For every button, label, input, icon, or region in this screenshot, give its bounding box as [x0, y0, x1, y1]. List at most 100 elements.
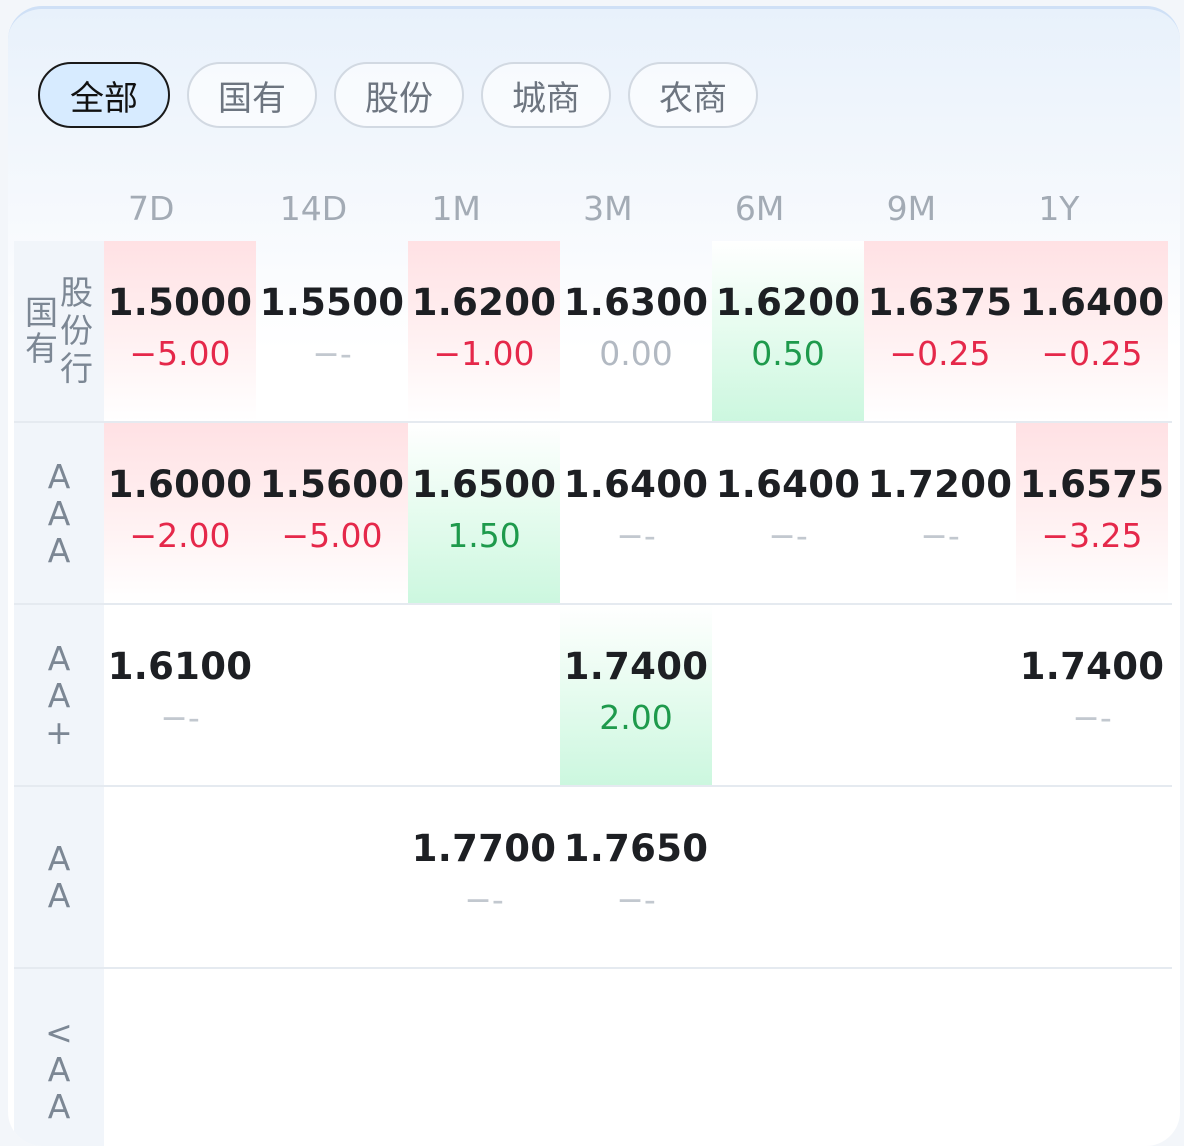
rating-row: A A A 1.6000 −2.00 1.5600 −5.00 1.6500 1.50 1.640…	[14, 423, 1172, 605]
row-label-char: 行	[60, 349, 93, 388]
row-label-char: 份	[60, 311, 93, 350]
rate-cell[interactable]: 1.5500 −-	[256, 241, 408, 421]
rate-cell[interactable]: 1.6400 −-	[712, 423, 864, 603]
rate-cell	[256, 787, 408, 967]
rating-row: A A 1.7700 −- 1.7650 −-	[14, 787, 1172, 969]
rate-value: 1.7400	[1019, 645, 1165, 688]
rate-cell	[1016, 969, 1168, 1146]
rate-change: −-	[312, 334, 352, 373]
rate-change: −1.00	[433, 334, 535, 373]
rate-value: 1.7700	[411, 827, 557, 870]
row-label-char: 股	[60, 273, 93, 312]
rate-value: 1.5500	[259, 281, 405, 324]
rate-change: −-	[1072, 698, 1112, 737]
rate-change: −-	[616, 516, 656, 555]
row-label-char: A	[47, 1049, 71, 1089]
filter-chip-city-commercial[interactable]: 城商	[481, 62, 611, 128]
row-label-char: 有	[25, 329, 58, 368]
rate-cell[interactable]: 1.6400 −0.25	[1016, 241, 1168, 421]
rating-row: A A +1.6100 −- 1.7400 2.00 1.7400 −-	[14, 605, 1172, 787]
rate-cell[interactable]: 1.6375 −0.25	[864, 241, 1016, 421]
rate-change: −0.25	[1041, 334, 1143, 373]
rate-change: −0.25	[889, 334, 991, 373]
row-label-char: A	[47, 638, 71, 678]
rate-value: 1.6400	[563, 463, 709, 506]
row-label-char: A	[47, 1086, 71, 1126]
rate-cell[interactable]: 1.5000 −5.00	[104, 241, 256, 421]
row-label-char: A	[47, 456, 71, 496]
rate-cell[interactable]: 1.7400 2.00	[560, 605, 712, 785]
rate-cell	[712, 969, 864, 1146]
rate-change: −-	[464, 880, 504, 919]
rate-cell[interactable]: 1.6500 1.50	[408, 423, 560, 603]
rate-cell	[408, 969, 560, 1146]
period-label: 9M	[886, 189, 937, 228]
rate-change: 2.00	[599, 698, 673, 737]
rate-cell	[712, 787, 864, 967]
row-label-char: A	[47, 675, 71, 715]
rate-value: 1.6200	[411, 281, 557, 324]
rate-value: 1.5000	[107, 281, 253, 324]
rate-change: −2.00	[129, 516, 231, 555]
rate-cell[interactable]: 1.6400 −-	[560, 423, 712, 603]
rate-value: 1.6375	[867, 281, 1013, 324]
rate-value: 1.7650	[563, 827, 709, 870]
rate-change: 0.00	[599, 334, 673, 373]
rate-cell[interactable]: 1.7650 −-	[560, 787, 712, 967]
rate-value: 1.6100	[107, 645, 253, 688]
row-label[interactable]: A A +	[14, 605, 104, 785]
filter-chip-rural-commercial[interactable]: 农商	[628, 62, 758, 128]
rate-cell	[864, 969, 1016, 1146]
filter-chip-joint-stock[interactable]: 股份	[334, 62, 464, 128]
row-label[interactable]: 国有股份行	[14, 241, 104, 421]
rate-change: −5.00	[281, 516, 383, 555]
rate-cell[interactable]: 1.6300 0.00	[560, 241, 712, 421]
rating-row: < A A	[14, 969, 1172, 1146]
rate-value: 1.7400	[563, 645, 709, 688]
rate-cell[interactable]: 1.7400 −-	[1016, 605, 1168, 785]
row-label-char: <	[45, 1012, 73, 1052]
rate-cell[interactable]: 1.7700 −-	[408, 787, 560, 967]
period-label: 14D	[279, 189, 348, 228]
row-label[interactable]: AA	[14, 787, 104, 967]
row-label[interactable]: AAA	[14, 423, 104, 603]
rate-cell	[712, 605, 864, 785]
rating-row: 国有股份行 1.5000 −5.00 1.5500 −- 1.6200 −1.00 1.630…	[14, 241, 1172, 423]
rate-change: −-	[160, 698, 200, 737]
period-label: 1M	[431, 189, 481, 228]
rate-cell	[408, 605, 560, 785]
period-header: 7D 14D 1M 3M 6M 9M 1Y	[104, 189, 1166, 228]
rate-cell[interactable]: 1.6000 −2.00	[104, 423, 256, 603]
row-label-char: A	[47, 530, 71, 570]
rate-cell[interactable]: 1.6575 −3.25	[1016, 423, 1168, 603]
row-label[interactable]: < A A	[14, 969, 104, 1146]
rate-grid: 国有股份行 1.5000 −5.00 1.5500 −- 1.6200 −1.00 1.630…	[14, 241, 1172, 1146]
rate-value: 1.6400	[715, 463, 861, 506]
rate-cell	[864, 787, 1016, 967]
rate-cell	[864, 605, 1016, 785]
rate-value: 1.6400	[1019, 281, 1165, 324]
rate-change: −-	[616, 880, 656, 919]
rate-change: −3.25	[1041, 516, 1143, 555]
rate-change: 0.50	[751, 334, 825, 373]
period-label: 1Y	[1038, 189, 1080, 228]
row-label-char: A	[47, 876, 71, 915]
period-label: 3M	[583, 189, 633, 228]
rate-cell[interactable]: 1.6100 −-	[104, 605, 256, 785]
period-label: 6M	[734, 189, 785, 228]
period-label: 7D	[128, 189, 175, 228]
rate-value: 1.6575	[1019, 463, 1165, 506]
rate-value: 1.7200	[867, 463, 1013, 506]
rate-cell[interactable]: 1.7200 −-	[864, 423, 1016, 603]
rate-cell[interactable]: 1.5600 −5.00	[256, 423, 408, 603]
rate-cell	[104, 787, 256, 967]
row-label-char: +	[45, 712, 73, 752]
rate-cell[interactable]: 1.6200 0.50	[712, 241, 864, 421]
rate-cell	[256, 969, 408, 1146]
rate-cell	[104, 969, 256, 1146]
rate-cell[interactable]: 1.6200 −1.00	[408, 241, 560, 421]
rate-value: 1.6500	[411, 463, 557, 506]
filter-chip-all[interactable]: 全部	[38, 62, 170, 128]
filter-chip-state-owned[interactable]: 国有	[187, 62, 317, 128]
rate-change: −-	[768, 516, 808, 555]
